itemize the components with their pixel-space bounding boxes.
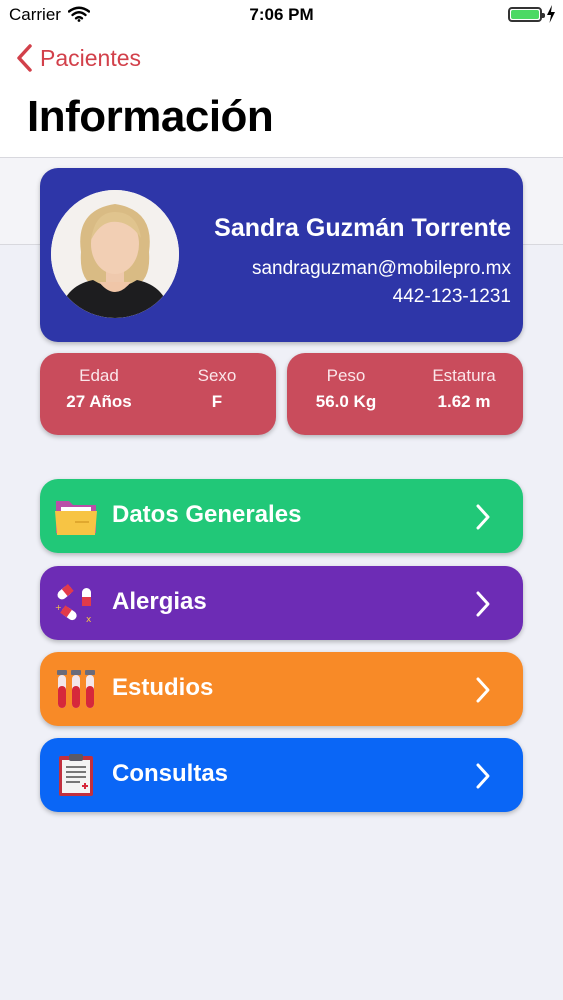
status-bar: Carrier 7:06 PM (0, 0, 563, 30)
datos-generales-button[interactable]: Datos Generales (40, 479, 523, 553)
estudios-label: Estudios (112, 674, 214, 701)
avatar (51, 190, 179, 318)
weight-label: Peso (326, 366, 366, 385)
consultas-label: Consultas (112, 760, 229, 787)
profile-name: Sandra Guzmán Torrente (214, 214, 511, 242)
height-stat: Estatura 1.62 m (405, 353, 523, 435)
consultas-button[interactable]: Consultas (40, 738, 523, 812)
profile-card: Sandra Guzmán Torrente sandraguzman@mobi… (40, 168, 523, 342)
alergias-label: Alergias (112, 588, 207, 615)
chevron-left-icon (17, 44, 32, 72)
chevron-right-icon (476, 763, 490, 789)
age-label: Edad (79, 366, 119, 385)
profile-phone: 442-123-1231 (392, 286, 511, 307)
datos-generales-label: Datos Generales (112, 501, 302, 528)
test-tubes-icon (57, 670, 95, 708)
height-label: Estatura (432, 366, 496, 385)
chevron-right-icon (476, 504, 490, 530)
chevron-right-icon (476, 591, 490, 617)
height-value: 1.62 m (437, 392, 491, 411)
svg-text:+: + (55, 603, 62, 612)
page-title: Información (27, 92, 274, 141)
back-label: Pacientes (40, 44, 142, 71)
alergias-button[interactable]: x + Alergias (40, 566, 523, 640)
profile-email: sandraguzman@mobilepro.mx (251, 258, 511, 279)
sex-label: Sexo (197, 366, 237, 385)
status-time: 7:06 PM (249, 5, 314, 24)
age-sex-card: Edad 27 Años Sexo F (40, 353, 276, 435)
pills-icon: x + (55, 584, 92, 625)
weight-stat: Peso 56.0 Kg (287, 353, 405, 435)
weight-value: 56.0 Kg (315, 392, 377, 411)
clipboard-icon (59, 754, 93, 796)
age-value: 27 Años (66, 392, 132, 411)
chevron-right-icon (476, 677, 490, 703)
sex-stat: Sexo F (158, 353, 276, 435)
svg-text:x: x (86, 615, 92, 625)
charging-bolt-icon (547, 5, 555, 23)
battery-icon (508, 7, 545, 22)
age-stat: Edad 27 Años (40, 353, 158, 435)
back-button[interactable]: Pacientes (14, 42, 141, 74)
navigation-bar: Pacientes Información (0, 30, 563, 158)
folder-icon (55, 501, 97, 535)
estudios-button[interactable]: Estudios (40, 652, 523, 726)
sex-value: F (211, 392, 223, 411)
weight-height-card: Peso 56.0 Kg Estatura 1.62 m (287, 353, 523, 435)
